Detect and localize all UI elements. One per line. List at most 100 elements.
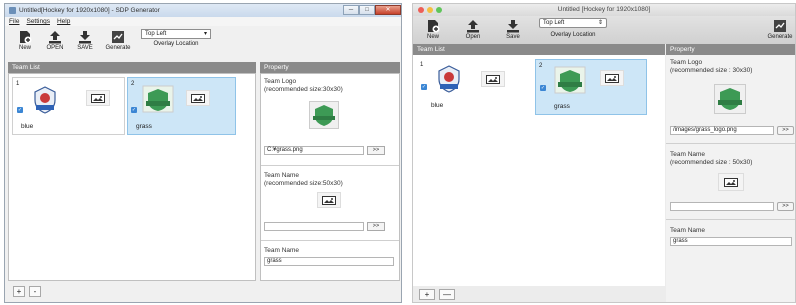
team-index: 1 bbox=[420, 62, 424, 68]
image-icon[interactable] bbox=[600, 70, 624, 86]
new-button[interactable]: New bbox=[11, 29, 39, 51]
team-name-image-path-field[interactable] bbox=[670, 202, 774, 211]
overlay-location-value: Top Left bbox=[145, 31, 167, 37]
team-checkbox[interactable]: ✓ bbox=[17, 107, 23, 113]
team-checkbox[interactable]: ✓ bbox=[421, 84, 427, 90]
generate-label: Generate bbox=[767, 34, 793, 40]
chevron-down-icon: ▾ bbox=[203, 31, 207, 37]
property-panel: Team Logo (recommended size:30x30) C:¥gr… bbox=[260, 73, 400, 281]
team-name-image-label: Team Name (recommended size : 50x30) bbox=[670, 151, 753, 166]
image-icon[interactable] bbox=[86, 90, 110, 106]
team-logo-label: Team Logo (recommended size:30x30) bbox=[264, 78, 343, 93]
toolbar: New Open Save Top Left ⇕ Overlay Locatio… bbox=[413, 16, 795, 44]
menu-help[interactable]: Help bbox=[57, 18, 70, 25]
overlay-location-select[interactable]: Top Left ▾ bbox=[141, 29, 211, 39]
overlay-location-label: Overlay Location bbox=[153, 41, 199, 47]
property-header: Property bbox=[260, 62, 400, 73]
team-name-field[interactable]: grass bbox=[670, 237, 792, 246]
overlay-location-label: Overlay Location bbox=[550, 32, 596, 38]
generate-button[interactable]: Generate bbox=[101, 29, 135, 51]
window-title: Untitled [Hockey for 1920x1080] bbox=[557, 6, 651, 13]
list-controls: + — bbox=[419, 289, 455, 300]
new-label: New bbox=[18, 45, 31, 51]
new-label: New bbox=[426, 34, 439, 40]
divider bbox=[261, 165, 399, 166]
team-logo-icon bbox=[142, 85, 174, 113]
team-checkbox[interactable]: ✓ bbox=[540, 85, 546, 91]
team-card-blue[interactable]: 1 ✓ blue bbox=[12, 77, 125, 135]
minimize-button[interactable]: ─ bbox=[343, 5, 359, 15]
new-icon bbox=[18, 29, 32, 44]
add-team-button[interactable]: + bbox=[13, 286, 25, 297]
menu-bar: File Settings Help bbox=[5, 17, 401, 26]
menu-settings[interactable]: Settings bbox=[26, 18, 50, 25]
team-logo-path-field[interactable]: /images/grass_logo.png bbox=[670, 126, 774, 135]
team-logo-label: Team Logo (recommended size : 30x30) bbox=[670, 59, 753, 74]
image-icon[interactable] bbox=[481, 71, 505, 87]
app-icon bbox=[9, 7, 16, 14]
close-button[interactable] bbox=[418, 7, 424, 13]
mac-app-window: Untitled [Hockey for 1920x1080] New Open… bbox=[412, 3, 796, 303]
team-logo-preview bbox=[309, 101, 339, 129]
window-title: Untitled[Hockey for 1920x1080] - SDP Gen… bbox=[19, 7, 160, 14]
open-button[interactable]: OPEN bbox=[41, 29, 69, 51]
team-list[interactable]: 1 ✓ blue 2 ✓ grass bbox=[8, 73, 256, 281]
overlay-location-group: Top Left ⇕ Overlay Location bbox=[539, 18, 607, 38]
divider bbox=[666, 143, 795, 144]
remove-team-button[interactable]: - bbox=[29, 286, 41, 297]
remove-team-button[interactable]: — bbox=[439, 289, 455, 300]
overlay-location-group: Top Left ▾ Overlay Location bbox=[141, 29, 211, 47]
team-logo-browse-button[interactable]: >> bbox=[367, 146, 385, 155]
team-name-image-label: Team Name (recommended size:50x30) bbox=[264, 172, 343, 187]
image-icon[interactable] bbox=[317, 192, 341, 208]
open-icon bbox=[466, 18, 480, 33]
open-button[interactable]: Open bbox=[459, 18, 487, 40]
team-index: 2 bbox=[131, 81, 135, 87]
title-bar: Untitled [Hockey for 1920x1080] bbox=[413, 4, 795, 16]
save-label: Save bbox=[506, 34, 520, 40]
save-button[interactable]: SAVE bbox=[71, 29, 99, 51]
team-card-grass[interactable]: 2 ✓ grass bbox=[535, 59, 647, 115]
team-list-header: Team List bbox=[413, 44, 665, 55]
image-icon[interactable] bbox=[718, 173, 744, 191]
zoom-button[interactable] bbox=[436, 7, 442, 13]
open-icon bbox=[48, 29, 62, 44]
save-label: SAVE bbox=[77, 45, 93, 51]
team-checkbox[interactable]: ✓ bbox=[131, 107, 137, 113]
team-name-image-browse-button[interactable]: >> bbox=[777, 202, 794, 211]
team-list[interactable]: 1 ✓ blue 2 ✓ grass bbox=[413, 55, 665, 286]
team-name-image-path-field[interactable] bbox=[264, 222, 364, 231]
team-name: blue bbox=[431, 102, 444, 109]
team-card-blue[interactable]: 1 ✓ blue bbox=[417, 59, 532, 115]
open-label: Open bbox=[465, 34, 481, 40]
close-button[interactable]: ✕ bbox=[375, 5, 401, 15]
generate-button[interactable]: Generate bbox=[765, 18, 795, 40]
new-button[interactable]: New bbox=[419, 18, 447, 40]
maximize-button[interactable]: □ bbox=[359, 5, 375, 15]
toolbar: New OPEN SAVE Generate Top Left ▾ Overla… bbox=[5, 26, 401, 55]
overlay-location-value: Top Left bbox=[543, 20, 565, 26]
divider bbox=[666, 219, 795, 220]
team-list-header: Team List bbox=[8, 62, 256, 73]
new-icon bbox=[426, 18, 440, 33]
image-icon[interactable] bbox=[186, 90, 210, 106]
save-button[interactable]: Save bbox=[499, 18, 527, 40]
divider bbox=[261, 240, 399, 241]
team-name-label: Team Name bbox=[670, 227, 706, 234]
add-team-button[interactable]: + bbox=[419, 289, 435, 300]
team-logo-icon bbox=[554, 66, 586, 94]
team-logo-path-field[interactable]: C:¥grass.png bbox=[264, 146, 364, 155]
team-name-image-browse-button[interactable]: >> bbox=[367, 222, 385, 231]
minimize-button[interactable] bbox=[427, 7, 433, 13]
windows-app-window: Untitled[Hockey for 1920x1080] - SDP Gen… bbox=[4, 3, 402, 303]
team-card-grass[interactable]: 2 ✓ grass bbox=[127, 77, 236, 135]
team-index: 2 bbox=[539, 63, 543, 69]
overlay-location-select[interactable]: Top Left ⇕ bbox=[539, 18, 607, 28]
property-panel: Team Logo (recommended size : 30x30) /im… bbox=[666, 55, 795, 302]
team-logo-browse-button[interactable]: >> bbox=[777, 126, 794, 135]
generate-icon bbox=[773, 18, 787, 33]
menu-file[interactable]: File bbox=[9, 18, 19, 25]
team-logo-icon bbox=[34, 86, 56, 114]
property-header: Property bbox=[666, 44, 795, 55]
team-name-field[interactable]: grass bbox=[264, 257, 394, 266]
